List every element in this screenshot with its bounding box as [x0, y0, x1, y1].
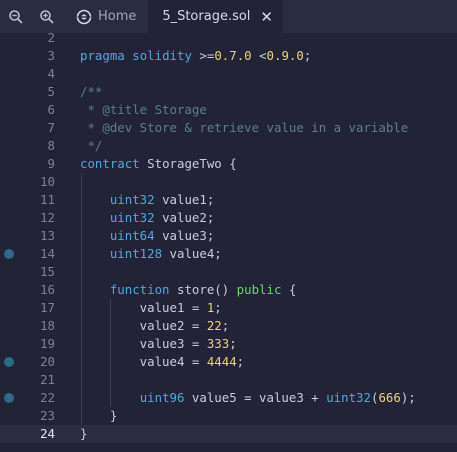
line-number: 4	[47, 66, 55, 81]
line-number: 24	[40, 426, 55, 441]
tab-5-storage-sol[interactable]: 5_Storage.sol ✕	[148, 0, 283, 33]
code-line[interactable]: 19 value3 = 333;	[0, 335, 457, 353]
code-text: */	[80, 138, 103, 153]
code-line[interactable]: 24}	[0, 425, 457, 443]
tab-label: Home	[98, 9, 137, 24]
code-editor[interactable]: 2 3 pragma solidity >=0.7.0 <0.9.0; 4 5/** 6 …	[0, 33, 457, 452]
code-line[interactable]: 22 uint96 value5 = value3 + uint32(666);	[0, 389, 457, 407]
breakpoint-icon[interactable]	[4, 357, 14, 367]
line-number: 6	[47, 102, 55, 117]
code-line[interactable]: 18 value2 = 22;	[0, 317, 457, 335]
line-number: 18	[40, 318, 55, 333]
code-line[interactable]: 3 pragma solidity >=0.7.0 <0.9.0;	[0, 47, 457, 65]
code-line[interactable]: 10	[0, 173, 457, 191]
code-line[interactable]: 8 */	[0, 137, 457, 155]
code-text: function store() public {	[109, 282, 297, 297]
line-number: 16	[40, 282, 55, 297]
code-line[interactable]: 15	[0, 263, 457, 281]
code-line[interactable]: 14 uint128 value4;	[0, 245, 457, 263]
line-number: 8	[47, 138, 55, 153]
code-line[interactable]: 11 uint32 value1;	[0, 191, 457, 209]
code-line[interactable]: 13 uint64 value3;	[0, 227, 457, 245]
code-text: value2 = 22;	[80, 318, 230, 333]
code-text: value3 = 333;	[80, 336, 237, 351]
tab-label: 5_Storage.sol	[162, 9, 251, 24]
zoom-in-button[interactable]	[31, 0, 62, 33]
breakpoint-icon[interactable]	[4, 393, 14, 403]
code-line[interactable]: 17 value1 = 1;	[0, 299, 457, 317]
code-line[interactable]: 7 * @dev Store & retrieve value in a var…	[0, 119, 457, 137]
line-number: 10	[40, 174, 55, 189]
code-text: * @title Storage	[80, 102, 207, 117]
code-line[interactable]: 2	[0, 33, 457, 47]
code-text: pragma solidity >=0.7.0 <0.9.0;	[80, 48, 312, 63]
code-text: value4 = 4444;	[80, 354, 245, 369]
code-line[interactable]: 6 * @title Storage	[0, 101, 457, 119]
line-number: 17	[40, 300, 55, 315]
line-number: 9	[47, 156, 55, 171]
line-number: 7	[47, 120, 55, 135]
code-line[interactable]: 21	[0, 371, 457, 389]
indent-guide	[81, 173, 82, 425]
line-number: 23	[40, 408, 55, 423]
code-text: value1 = 1;	[80, 300, 222, 315]
remix-logo-icon	[76, 9, 92, 24]
code-text: /**	[80, 84, 103, 99]
code-text: * @dev Store & retrieve value in a varia…	[80, 120, 409, 135]
line-number: 13	[40, 228, 55, 243]
tab-bar: Home 5_Storage.sol ✕	[0, 0, 457, 33]
line-number: 3	[47, 48, 55, 63]
code-text: uint96 value5 = value3 + uint32(666);	[139, 390, 416, 405]
code-text: uint32 value1;	[109, 192, 215, 207]
zoom-out-icon	[8, 9, 23, 24]
code-text: uint32 value2;	[109, 210, 215, 225]
close-icon[interactable]: ✕	[260, 8, 273, 26]
code-text: contract StorageTwo {	[80, 156, 237, 171]
line-number: 5	[47, 84, 55, 99]
zoom-out-button[interactable]	[0, 0, 31, 33]
line-number: 19	[40, 336, 55, 351]
indent-guide	[110, 299, 111, 407]
code-text: uint64 value3;	[109, 228, 215, 243]
code-text: }	[80, 408, 118, 423]
code-text: }	[80, 426, 88, 441]
tab-home[interactable]: Home	[62, 0, 148, 33]
line-number: 11	[40, 192, 55, 207]
line-number: 15	[40, 264, 55, 279]
line-number: 12	[40, 210, 55, 225]
zoom-in-icon	[39, 9, 54, 24]
code-line[interactable]: 5 /**	[0, 83, 457, 101]
breakpoint-icon[interactable]	[4, 249, 14, 259]
code-line[interactable]: 23 }	[0, 407, 457, 425]
code-line[interactable]: 9 contract StorageTwo {	[0, 155, 457, 173]
code-line[interactable]: 16 function store() public {	[0, 281, 457, 299]
code-text: uint128 value4;	[109, 246, 222, 261]
code-line[interactable]: 12 uint32 value2;	[0, 209, 457, 227]
code-line[interactable]: 20 value4 = 4444;	[0, 353, 457, 371]
line-number: 2	[47, 33, 55, 45]
line-number: 21	[40, 372, 55, 387]
code-line[interactable]: 4	[0, 65, 457, 83]
